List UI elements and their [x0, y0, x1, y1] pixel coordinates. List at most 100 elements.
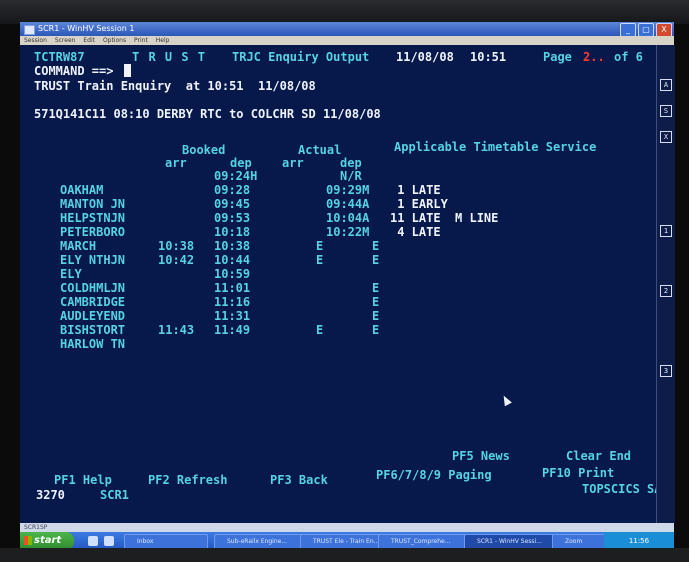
row-booked-dep: 10:44 — [214, 253, 251, 267]
terminal-type: 3270 — [36, 488, 65, 502]
function-name: TRJC Enquiry Output — [232, 50, 370, 64]
page-current: 2.. — [583, 50, 605, 64]
pf2-refresh[interactable]: PF2 Refresh — [148, 473, 227, 487]
row-actual-dep: E — [372, 281, 380, 295]
menu-print[interactable]: Print — [134, 37, 148, 44]
app-icon — [24, 25, 35, 35]
quicklaunch-icon[interactable] — [104, 536, 114, 546]
row-actual-dep: E — [372, 323, 380, 337]
menu-edit[interactable]: Edit — [83, 37, 95, 44]
row-location: HELPSTNJN — [60, 211, 126, 225]
header-date: 11/08/08 — [396, 50, 454, 64]
row-booked-dep: 09:28 — [214, 183, 251, 197]
start-label: start — [34, 535, 62, 546]
row-booked-dep: 10:59 — [214, 267, 251, 281]
mouse-pointer-icon — [500, 393, 512, 407]
pf3-back[interactable]: PF3 Back — [270, 473, 328, 487]
row-actual-dep: 10:04A — [326, 211, 370, 225]
row-actual-arr: E — [316, 239, 324, 253]
window-controls: _ ▢ X — [620, 23, 672, 37]
row-booked-dep: 11:16 — [214, 295, 251, 309]
menu-bar: Session Screen Edit Options Print Help — [20, 36, 674, 45]
row-actual-dep: N/R — [340, 169, 362, 183]
menu-options[interactable]: Options — [103, 37, 126, 44]
pf5-news[interactable]: PF5 News — [452, 449, 510, 463]
row-location: CAMBRIDGE — [60, 295, 126, 309]
product-name: TOPSCICS SA — [582, 482, 662, 496]
side-marker[interactable]: S — [660, 105, 672, 117]
side-marker[interactable]: 2 — [660, 285, 672, 297]
pf1-help[interactable]: PF1 Help — [54, 473, 112, 487]
command-prompt: COMMAND ==> — [34, 64, 114, 78]
header-booked-dep: dep — [230, 156, 252, 170]
row-location: ELY — [60, 267, 82, 281]
header-actual-arr: arr — [282, 156, 304, 170]
row-booked-arr: 11:43 — [158, 323, 195, 337]
row-actual-dep: E — [372, 239, 380, 253]
menu-session[interactable]: Session — [24, 37, 47, 44]
row-note: 1 LATE — [390, 183, 441, 197]
row-booked-dep: 10:18 — [214, 225, 251, 239]
text-cursor — [124, 64, 131, 77]
window-title: SCR1 - WinHV Session 1 — [38, 24, 135, 33]
side-marker[interactable]: A — [660, 79, 672, 91]
row-actual-arr: E — [316, 253, 324, 267]
row-booked-dep: 09:53 — [214, 211, 251, 225]
status-text: SCR1SP — [24, 524, 48, 531]
header-time: 10:51 — [470, 50, 507, 64]
page-total: of 6 — [614, 50, 643, 64]
pf10-print[interactable]: PF10 Print — [542, 466, 614, 480]
row-actual-dep: 09:44A — [326, 197, 370, 211]
system-name: T R U S T — [132, 50, 207, 64]
windows-logo-icon — [24, 536, 32, 545]
screen-id: TCTRW87 — [34, 50, 85, 64]
clock: 11:56 — [628, 537, 650, 545]
row-location: ELY NTHJN — [60, 253, 126, 267]
terminal-screen[interactable]: TCTRW87 T R U S T TRJC Enquiry Output 11… — [20, 45, 661, 523]
row-note: 1 EARLY — [390, 197, 448, 211]
side-marker[interactable]: X — [660, 131, 672, 143]
row-booked-dep: 11:01 — [214, 281, 251, 295]
row-location: MARCH — [60, 239, 97, 253]
row-location: PETERBORO — [60, 225, 126, 239]
monitor-screen: SCR1 - WinHV Session 1 _ ▢ X Session Scr… — [20, 22, 675, 550]
row-actual-dep: 10:22M — [326, 225, 370, 239]
row-booked-dep: 10:38 — [214, 239, 251, 253]
row-actual-dep: E — [372, 253, 380, 267]
status-bar: SCR1SP — [20, 523, 674, 532]
side-toolbar: A S X 1 2 3 — [656, 45, 675, 523]
header-actual: Actual — [298, 143, 342, 157]
close-button[interactable]: X — [656, 23, 672, 37]
pf6-paging[interactable]: PF6/7/8/9 Paging — [376, 468, 492, 482]
row-booked-dep: 09:45 — [214, 197, 251, 211]
clear-end[interactable]: Clear End — [566, 449, 631, 463]
photo-background-top — [0, 0, 689, 24]
quicklaunch-icon[interactable] — [88, 536, 98, 546]
row-note: 11 LATE M LINE — [390, 211, 499, 225]
row-location: HARLOW TN — [60, 337, 126, 351]
photo-background-bottom — [0, 548, 689, 562]
menu-help[interactable]: Help — [156, 37, 170, 44]
row-actual-arr: E — [316, 323, 324, 337]
row-booked-arr: 10:42 — [158, 253, 195, 267]
header-booked-arr: arr — [165, 156, 187, 170]
row-note: 4 LATE — [390, 225, 441, 239]
row-location: MANTON JN — [60, 197, 126, 211]
side-marker[interactable]: 1 — [660, 225, 672, 237]
side-marker[interactable]: 3 — [660, 365, 672, 377]
row-actual-dep: E — [372, 295, 380, 309]
row-actual-dep: 09:29M — [326, 183, 370, 197]
row-booked-dep: 11:31 — [214, 309, 251, 323]
train-identity-line: 571Q141C11 08:10 DERBY RTC to COLCHR SD … — [34, 107, 381, 121]
row-actual-dep: E — [372, 309, 380, 323]
menu-screen[interactable]: Screen — [55, 37, 76, 44]
row-location: BISHSTORT — [60, 323, 126, 337]
header-applicable-service: Applicable Timetable Service — [394, 140, 597, 154]
row-booked-arr: 10:38 — [158, 239, 195, 253]
maximize-button[interactable]: ▢ — [638, 23, 654, 37]
row-booked-dep: 11:49 — [214, 323, 251, 337]
row-booked-dep: 09:24H — [214, 169, 258, 183]
row-location: COLDHMLJN — [60, 281, 126, 295]
window-titlebar[interactable]: SCR1 - WinHV Session 1 _ ▢ X — [20, 22, 674, 37]
minimize-button[interactable]: _ — [620, 23, 636, 37]
